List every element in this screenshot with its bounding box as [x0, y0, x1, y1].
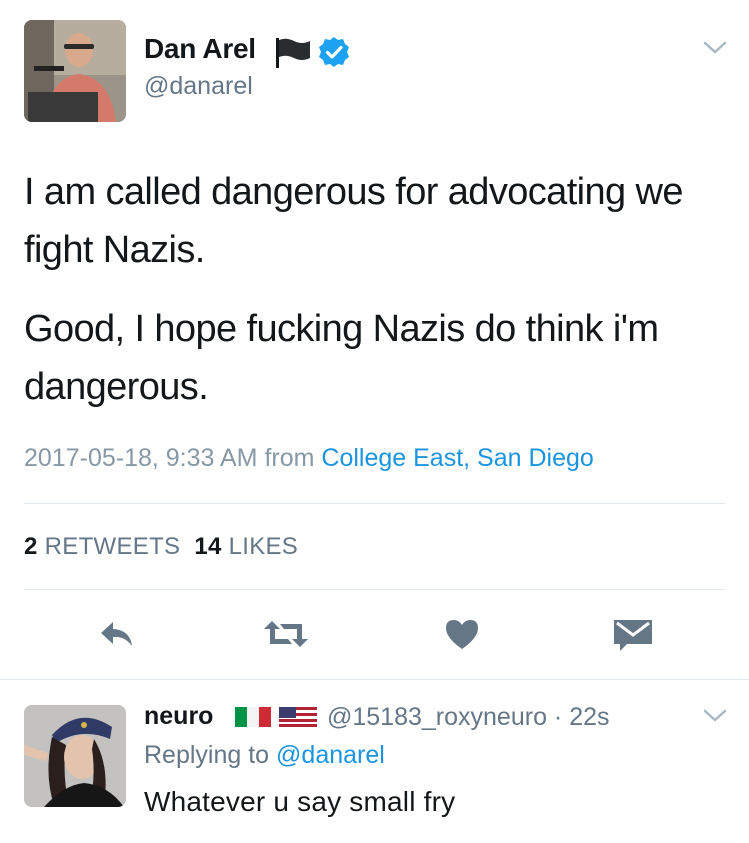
reply-flags: [235, 705, 319, 734]
direct-message-button[interactable]: [609, 612, 657, 656]
author-avatar[interactable]: [24, 20, 126, 122]
tweet-text-paragraph: Good, I hope fucking Nazis do think i'm …: [24, 308, 659, 408]
author-name[interactable]: Dan Arel: [144, 33, 256, 65]
usa-flag-icon: [279, 707, 317, 727]
tweet-timestamp: 2017-05-18, 9:33 AM from College East, S…: [24, 444, 594, 473]
reply-author-name[interactable]: neuro: [144, 702, 213, 731]
mail-icon: [614, 620, 652, 651]
italy-flag-icon: [235, 707, 271, 727]
verified-badge-icon: [318, 36, 350, 73]
black-flag-icon: [274, 38, 314, 73]
like-button[interactable]: [438, 612, 486, 656]
retweet-count: 2: [24, 533, 38, 560]
chevron-down-icon[interactable]: [702, 708, 728, 729]
like-label: LIKES: [228, 533, 299, 560]
reply-author-avatar[interactable]: [24, 705, 126, 807]
heart-icon: [446, 620, 478, 649]
divider: [0, 679, 749, 680]
replying-to-label: Replying to: [144, 741, 270, 769]
tweet-stats[interactable]: 2 RETWEETS 14 LIKES: [24, 533, 298, 561]
reply-author-handle-time[interactable]: @15183_roxyneuro · 22s: [327, 703, 610, 732]
tweet-text-paragraph: I am called dangerous for advocating we …: [24, 171, 684, 271]
replying-to-line: Replying to @danarel: [144, 741, 385, 770]
retweet-icon: [264, 621, 308, 647]
reply-button[interactable]: [93, 612, 141, 656]
retweet-button[interactable]: [262, 612, 310, 656]
chevron-down-icon[interactable]: [702, 40, 728, 61]
like-count: 14: [194, 533, 222, 560]
reply-text: Whatever u say small fry: [144, 786, 456, 817]
mention-link[interactable]: @danarel: [276, 741, 385, 769]
divider: [24, 503, 725, 504]
reply-icon: [101, 622, 132, 646]
retweet-label: RETWEETS: [44, 533, 181, 560]
author-handle[interactable]: @danarel: [144, 72, 253, 101]
timestamp-text: 2017-05-18, 9:33 AM from: [24, 444, 315, 472]
divider: [24, 589, 725, 590]
location-link[interactable]: College East, San Diego: [321, 444, 593, 472]
